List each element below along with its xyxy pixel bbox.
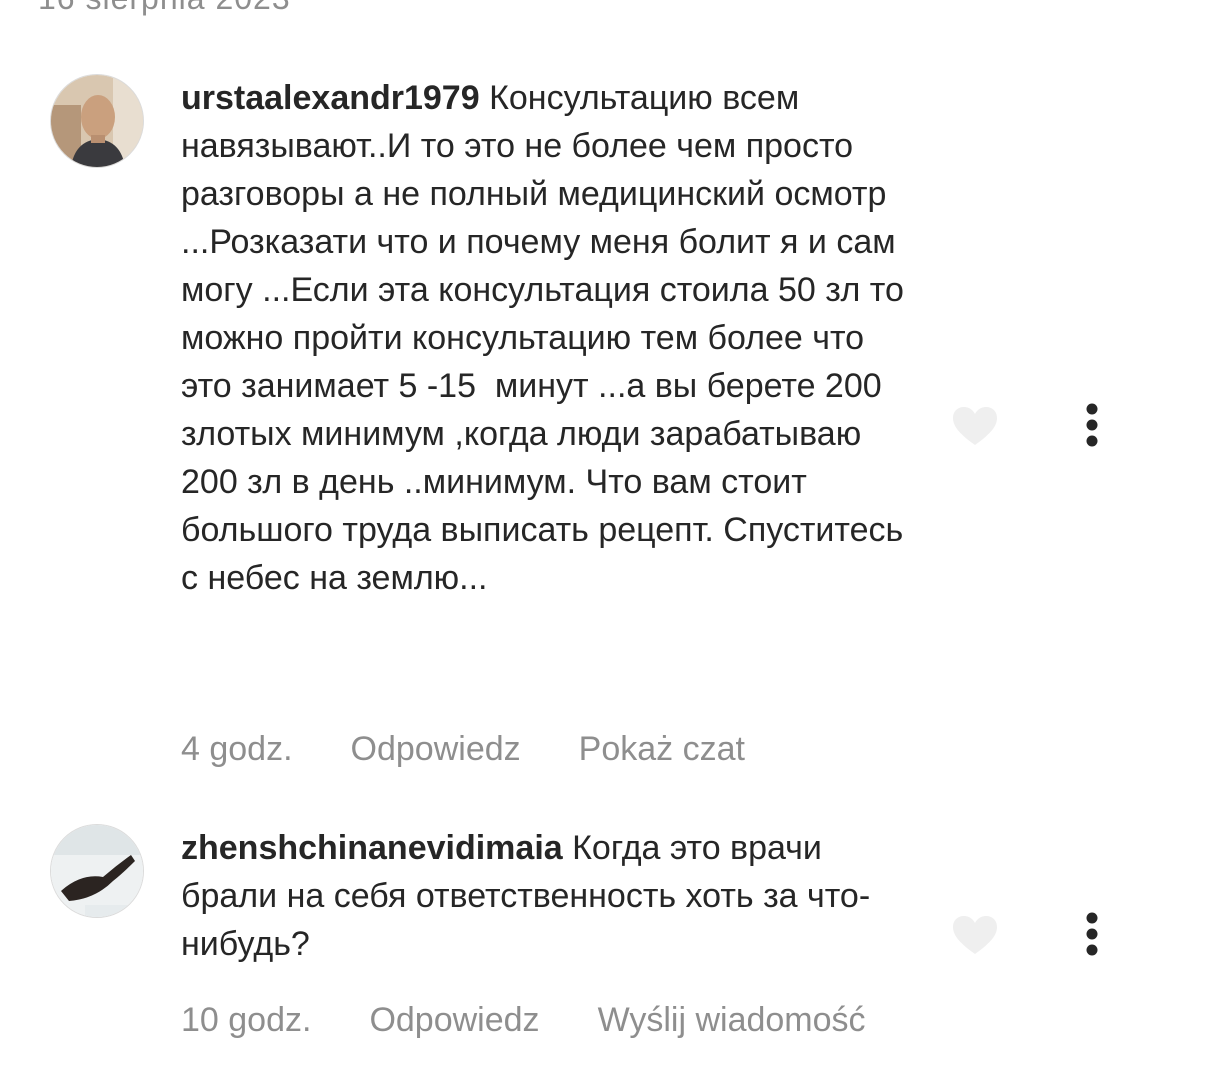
avatar[interactable] <box>50 74 144 168</box>
send-message-button[interactable]: Wyślij wiadomość <box>598 1001 866 1039</box>
comment-username[interactable]: zhenshchinanevidimaia <box>181 829 563 867</box>
show-chat-button[interactable]: Pokaż czat <box>579 730 745 768</box>
comment-username[interactable]: urstaalexandr1979 <box>181 79 480 117</box>
heart-icon[interactable] <box>951 914 999 956</box>
more-vertical-icon[interactable] <box>1079 402 1105 450</box>
heart-icon[interactable] <box>951 405 999 447</box>
reply-button[interactable]: Odpowiedz <box>351 730 521 768</box>
comment-content: Консультацию всем навязывают..И то это н… <box>181 79 914 597</box>
more-vertical-icon[interactable] <box>1079 911 1105 959</box>
post-date: 16 sierpnia 2023 <box>38 0 291 17</box>
avatar-photo <box>51 75 143 167</box>
comment-time: 4 godz. <box>181 730 293 768</box>
reply-button[interactable]: Odpowiedz <box>369 1001 539 1039</box>
avatar[interactable] <box>50 824 144 918</box>
comment-time: 10 godz. <box>181 1001 312 1039</box>
comment-text: zhenshchinanevidimaia Когда это врачи бр… <box>181 824 921 968</box>
comment-text: urstaalexandr1979 Консультацию всем навя… <box>181 74 921 602</box>
avatar-photo <box>51 825 143 917</box>
